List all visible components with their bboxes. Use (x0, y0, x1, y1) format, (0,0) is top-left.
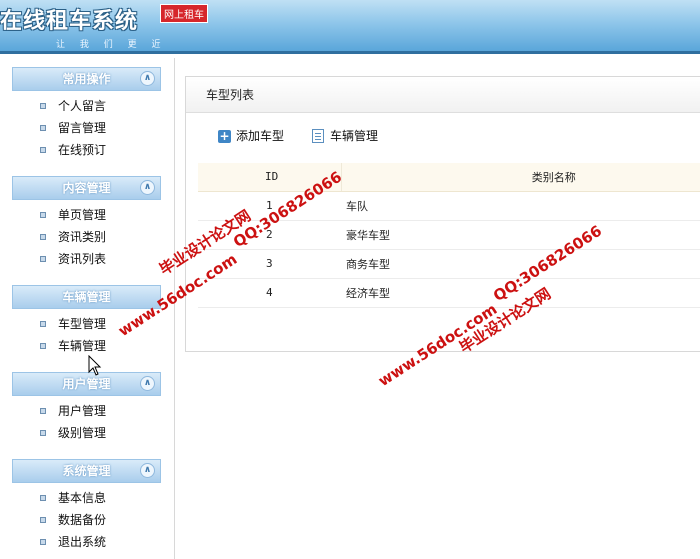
table-row[interactable]: 3 商务车型 (198, 249, 700, 279)
section-header[interactable]: 系统管理 ∧ (12, 459, 161, 483)
section-header[interactable]: 车辆管理 (12, 285, 161, 309)
bullet-icon (40, 103, 46, 109)
sidebar-item-personal-message[interactable]: 个人留言 (12, 95, 161, 117)
bullet-icon (40, 212, 46, 218)
logo-title: 在线租车系统 (0, 9, 139, 34)
sidebar-item-user-management[interactable]: 用户管理 (12, 400, 161, 422)
bullet-icon (40, 147, 46, 153)
list-icon (312, 129, 324, 143)
bullet-icon (40, 125, 46, 131)
sidebar-item-label: 退出系统 (58, 535, 107, 549)
section-title: 车辆管理 (62, 290, 111, 304)
collapse-icon[interactable]: ∧ (140, 180, 155, 195)
sidebar-item-label: 车型管理 (58, 317, 107, 331)
section-title: 系统管理 (62, 464, 111, 478)
sidebar-item-label: 在线预订 (58, 143, 107, 157)
toolbar: + 添加车型 车辆管理 (186, 121, 700, 151)
table-row[interactable]: 4 经济车型 (198, 278, 700, 308)
sidebar-item-label: 基本信息 (58, 491, 107, 505)
sidebar-item-news-category[interactable]: 资讯类别 (12, 226, 161, 248)
section-header[interactable]: 内容管理 ∧ (12, 176, 161, 200)
sidebar-item-news-list[interactable]: 资讯列表 (12, 248, 161, 270)
sidebar-item-online-booking[interactable]: 在线预订 (12, 139, 161, 161)
page-title: 车型列表 (186, 77, 700, 113)
sidebar-item-page-management[interactable]: 单页管理 (12, 204, 161, 226)
sidebar-divider (174, 58, 175, 559)
vehicle-management-label: 车辆管理 (330, 129, 379, 143)
collapse-icon[interactable]: ∧ (140, 71, 155, 86)
sidebar-item-label: 个人留言 (58, 99, 107, 113)
bullet-icon (40, 321, 46, 327)
collapse-icon[interactable]: ∧ (140, 376, 155, 391)
section-header[interactable]: 常用操作 ∧ (12, 67, 161, 91)
bullet-icon (40, 408, 46, 414)
collapse-icon[interactable]: ∧ (140, 463, 155, 478)
bullet-icon (40, 234, 46, 240)
bullet-icon (40, 256, 46, 262)
vehicle-management-button[interactable]: 车辆管理 (312, 127, 378, 145)
column-header-name[interactable]: 类别名称 (340, 163, 700, 192)
section-title: 用户管理 (62, 377, 111, 391)
sidebar-item-vehicle-management[interactable]: 车辆管理 (12, 335, 161, 357)
sidebar-item-label: 用户管理 (58, 404, 107, 418)
sidebar-item-logout[interactable]: 退出系统 (12, 531, 161, 553)
app-header: 在线租车系统 让 我 们 更 近 网上租车 (0, 0, 700, 54)
table-header-row: ID 类别名称 (198, 163, 700, 192)
sidebar-item-basic-info[interactable]: 基本信息 (12, 487, 161, 509)
bullet-icon (40, 539, 46, 545)
sidebar-item-message-management[interactable]: 留言管理 (12, 117, 161, 139)
sidebar-item-label: 资讯类别 (58, 230, 107, 244)
cell-id: 4 (198, 278, 341, 308)
sidebar-item-label: 级别管理 (58, 426, 107, 440)
sidebar-item-level-management[interactable]: 级别管理 (12, 422, 161, 444)
sidebar-section-content: 内容管理 ∧ 单页管理 资讯类别 资讯列表 (12, 176, 161, 270)
mouse-cursor-icon (88, 355, 102, 376)
add-model-button[interactable]: + 添加车型 (218, 127, 284, 145)
sidebar-section-common: 常用操作 ∧ 个人留言 留言管理 在线预订 (12, 67, 161, 161)
section-header[interactable]: 用户管理 ∧ (12, 372, 161, 396)
cell-name: 车队 (341, 191, 700, 221)
sidebar-item-label: 车辆管理 (58, 339, 107, 353)
logo-slogan: 让 我 们 更 近 (56, 40, 167, 50)
bullet-icon (40, 495, 46, 501)
sidebar-item-data-backup[interactable]: 数据备份 (12, 509, 161, 531)
cell-name: 豪华车型 (341, 220, 700, 250)
model-table: ID 类别名称 1 车队 2 豪华车型 3 商务车型 4 经济车型 (198, 163, 700, 308)
sidebar-item-label: 资讯列表 (58, 252, 107, 266)
add-model-label: 添加车型 (236, 129, 285, 143)
section-title: 内容管理 (62, 181, 111, 195)
bullet-icon (40, 517, 46, 523)
section-title: 常用操作 (62, 72, 111, 86)
plus-icon: + (218, 129, 231, 143)
bullet-icon (40, 430, 46, 436)
sidebar-section-system: 系统管理 ∧ 基本信息 数据备份 退出系统 (12, 459, 161, 553)
sidebar-section-users: 用户管理 ∧ 用户管理 级别管理 (12, 372, 161, 444)
sidebar-item-label: 留言管理 (58, 121, 107, 135)
sidebar-item-label: 单页管理 (58, 208, 107, 222)
bullet-icon (40, 343, 46, 349)
logo-badge: 网上租车 (160, 4, 208, 23)
sidebar-item-label: 数据备份 (58, 513, 107, 527)
